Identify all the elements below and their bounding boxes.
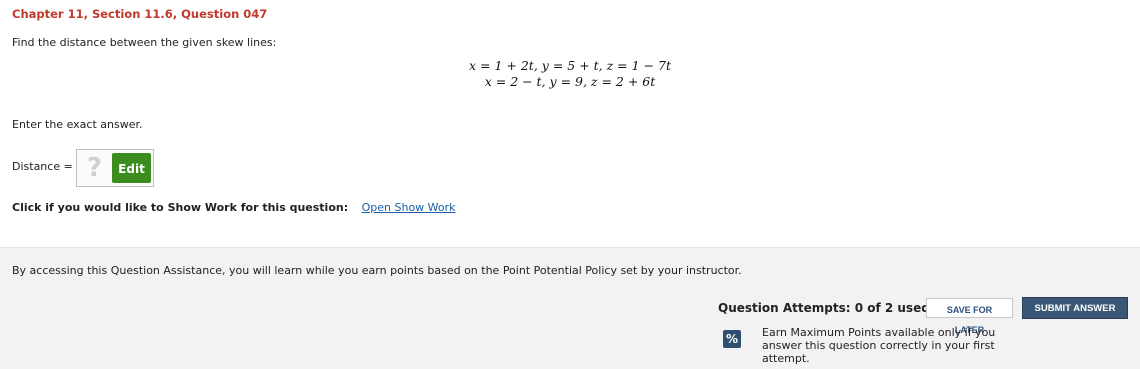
percent-icon: %	[723, 330, 741, 348]
edit-button[interactable]: Edit	[112, 153, 151, 183]
equation-line-2: x = 2 − t, y = 9, z = 2 + 6t	[484, 74, 656, 89]
answer-box[interactable]: ? Edit	[76, 149, 154, 187]
question-area: Chapter 11, Section 11.6, Question 047 F…	[0, 0, 1140, 247]
save-for-later-button[interactable]: SAVE FOR LATER	[926, 298, 1013, 335]
show-work-label: Click if you would like to Show Work for…	[12, 201, 349, 214]
earn-maximum-points-text: Earn Maximum Points available only if yo…	[762, 326, 996, 365]
equations: x = 1 + 2t, y = 5 + t, z = 1 − 7t x = 2 …	[0, 58, 1140, 90]
distance-label: Distance =	[12, 160, 73, 173]
open-show-work-link[interactable]: Open Show Work	[362, 201, 456, 214]
question-mark-icon: ?	[87, 153, 103, 183]
assistance-panel: By accessing this Question Assistance, y…	[0, 247, 1140, 369]
exact-answer-note: Enter the exact answer.	[12, 118, 143, 131]
question-prompt: Find the distance between the given skew…	[12, 36, 277, 49]
assistance-text: By accessing this Question Assistance, y…	[12, 264, 742, 277]
show-work-row: Click if you would like to Show Work for…	[12, 201, 456, 214]
question-attempts: Question Attempts: 0 of 2 used	[718, 301, 930, 315]
equation-line-1: x = 1 + 2t, y = 5 + t, z = 1 − 7t	[469, 58, 671, 73]
submit-answer-button[interactable]: SUBMIT ANSWER	[1022, 297, 1128, 319]
question-title: Chapter 11, Section 11.6, Question 047	[12, 7, 268, 21]
